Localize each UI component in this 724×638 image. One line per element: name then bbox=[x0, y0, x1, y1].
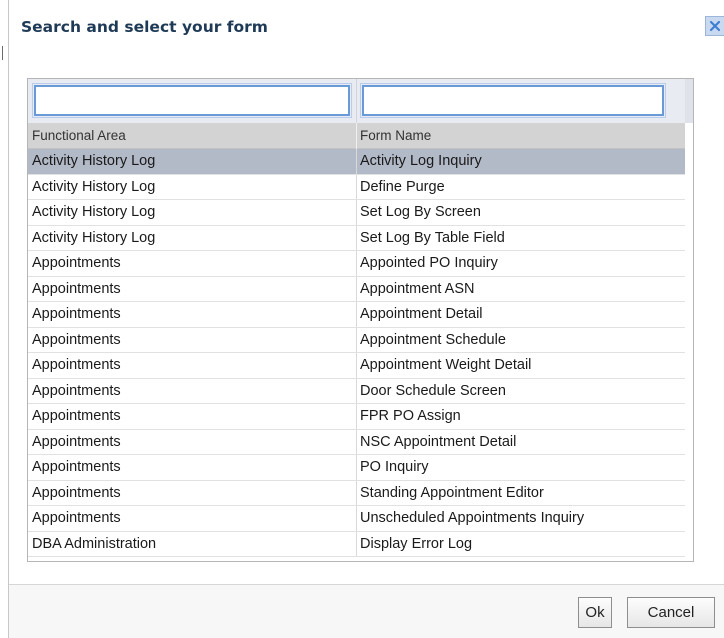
table-row[interactable]: Appointments Appointment Detail bbox=[28, 302, 685, 328]
column-divider bbox=[356, 327, 357, 352]
functional-area-cell: Appointments bbox=[32, 357, 121, 373]
close-icon bbox=[709, 20, 721, 32]
form-name-cell: Define Purge bbox=[360, 178, 445, 195]
functional-area-cell: Appointments bbox=[32, 484, 121, 501]
column-divider bbox=[356, 404, 357, 429]
form-name-filter-input[interactable] bbox=[360, 83, 666, 118]
table-row[interactable]: Activity History Log Set Log By Table Fie… bbox=[28, 225, 685, 251]
form-name-cell: Appointment ASN bbox=[360, 280, 475, 297]
column-divider bbox=[356, 353, 357, 378]
form-name-cell: Set Log By Table Field bbox=[360, 229, 505, 246]
column-divider bbox=[356, 200, 357, 225]
ok-button[interactable]: Ok bbox=[578, 597, 612, 628]
functional-area-cell: Appointments bbox=[32, 280, 121, 297]
column-divider bbox=[356, 251, 357, 276]
table-body: Activity History Log Activity Log Inquiry… bbox=[28, 149, 685, 557]
filter-divider bbox=[356, 79, 357, 123]
functional-area-cell: DBA Administration bbox=[32, 535, 157, 552]
column-divider bbox=[356, 225, 357, 250]
form-name-cell: NSC Appointment Detail bbox=[360, 433, 517, 450]
functional-area-cell: Appointments bbox=[32, 331, 121, 348]
filter-row-end bbox=[685, 79, 693, 123]
dialog-footer bbox=[9, 585, 724, 638]
table-row[interactable]: Appointments Appointment Weight Detail bbox=[28, 353, 685, 379]
edge-tick bbox=[2, 46, 3, 60]
table-row[interactable]: Appointments Appointment Schedule bbox=[28, 327, 685, 353]
form-name-cell: Unscheduled Appointments Inquiry bbox=[360, 510, 585, 526]
column-header-functional-area[interactable]: Functional Area bbox=[32, 128, 126, 143]
functional-area-cell: Activity History Log bbox=[32, 153, 156, 169]
form-name-cell: Door Schedule Screen bbox=[360, 382, 506, 399]
window-left-edge bbox=[0, 0, 8, 638]
search-form-dialog: Search and select your form Functional A… bbox=[8, 0, 724, 638]
column-divider bbox=[356, 276, 357, 301]
column-divider bbox=[356, 480, 357, 505]
form-name-cell: Appointment Weight Detail bbox=[360, 357, 532, 373]
close-button[interactable] bbox=[705, 16, 724, 36]
column-divider bbox=[356, 174, 357, 199]
header-divider bbox=[356, 123, 357, 149]
functional-area-cell: Appointments bbox=[32, 255, 121, 271]
functional-area-cell: Activity History Log bbox=[32, 178, 156, 195]
table-row[interactable]: Appointments Appointed PO Inquiry bbox=[28, 251, 685, 277]
form-name-cell: Set Log By Screen bbox=[360, 204, 481, 220]
column-divider bbox=[356, 149, 357, 174]
table-row[interactable]: DBA Administration Display Error Log bbox=[28, 531, 685, 557]
table-row[interactable]: Appointments Door Schedule Screen bbox=[28, 378, 685, 404]
column-divider bbox=[356, 506, 357, 531]
functional-area-cell: Appointments bbox=[32, 510, 121, 526]
form-name-cell: Appointment Schedule bbox=[360, 331, 506, 348]
functional-area-cell: Appointments bbox=[32, 382, 121, 399]
column-divider bbox=[356, 531, 357, 556]
form-name-cell: Appointment Detail bbox=[360, 306, 483, 322]
dialog-title: Search and select your form bbox=[21, 18, 268, 36]
table-row[interactable]: Appointments Standing Appointment Editor bbox=[28, 480, 685, 506]
table-header: Functional Area Form Name bbox=[28, 123, 685, 149]
table-row[interactable]: Appointments NSC Appointment Detail bbox=[28, 429, 685, 455]
table-row[interactable]: Appointments Appointment ASN bbox=[28, 276, 685, 302]
column-divider bbox=[356, 302, 357, 327]
form-name-cell: FPR PO Assign bbox=[360, 408, 461, 424]
functional-area-cell: Activity History Log bbox=[32, 204, 156, 220]
filter-row bbox=[28, 79, 693, 123]
table-row[interactable]: Appointments FPR PO Assign bbox=[28, 404, 685, 430]
form-name-cell: PO Inquiry bbox=[360, 459, 429, 475]
functional-area-filter-input[interactable] bbox=[32, 83, 352, 118]
column-divider bbox=[356, 378, 357, 403]
functional-area-cell: Activity History Log bbox=[32, 229, 156, 246]
functional-area-cell: Appointments bbox=[32, 433, 121, 450]
forms-table-panel: Functional Area Form Name Activity Histo… bbox=[27, 78, 694, 562]
functional-area-cell: Appointments bbox=[32, 408, 121, 424]
table-row[interactable]: Activity History Log Define Purge bbox=[28, 174, 685, 200]
form-name-cell: Appointed PO Inquiry bbox=[360, 255, 498, 271]
table-row[interactable]: Activity History Log Set Log By Screen bbox=[28, 200, 685, 226]
cancel-button[interactable]: Cancel bbox=[627, 597, 715, 628]
column-header-form-name[interactable]: Form Name bbox=[360, 128, 431, 143]
table-row[interactable]: Appointments Unscheduled Appointments Inq… bbox=[28, 506, 685, 532]
form-name-cell: Standing Appointment Editor bbox=[360, 484, 544, 501]
table-row[interactable]: Appointments PO Inquiry bbox=[28, 455, 685, 481]
column-divider bbox=[356, 455, 357, 480]
form-name-cell: Activity Log Inquiry bbox=[360, 153, 482, 169]
form-name-cell: Display Error Log bbox=[360, 535, 473, 552]
table-row[interactable]: Activity History Log Activity Log Inquiry bbox=[28, 149, 685, 175]
column-divider bbox=[356, 429, 357, 454]
functional-area-cell: Appointments bbox=[32, 306, 121, 322]
functional-area-cell: Appointments bbox=[32, 459, 121, 475]
